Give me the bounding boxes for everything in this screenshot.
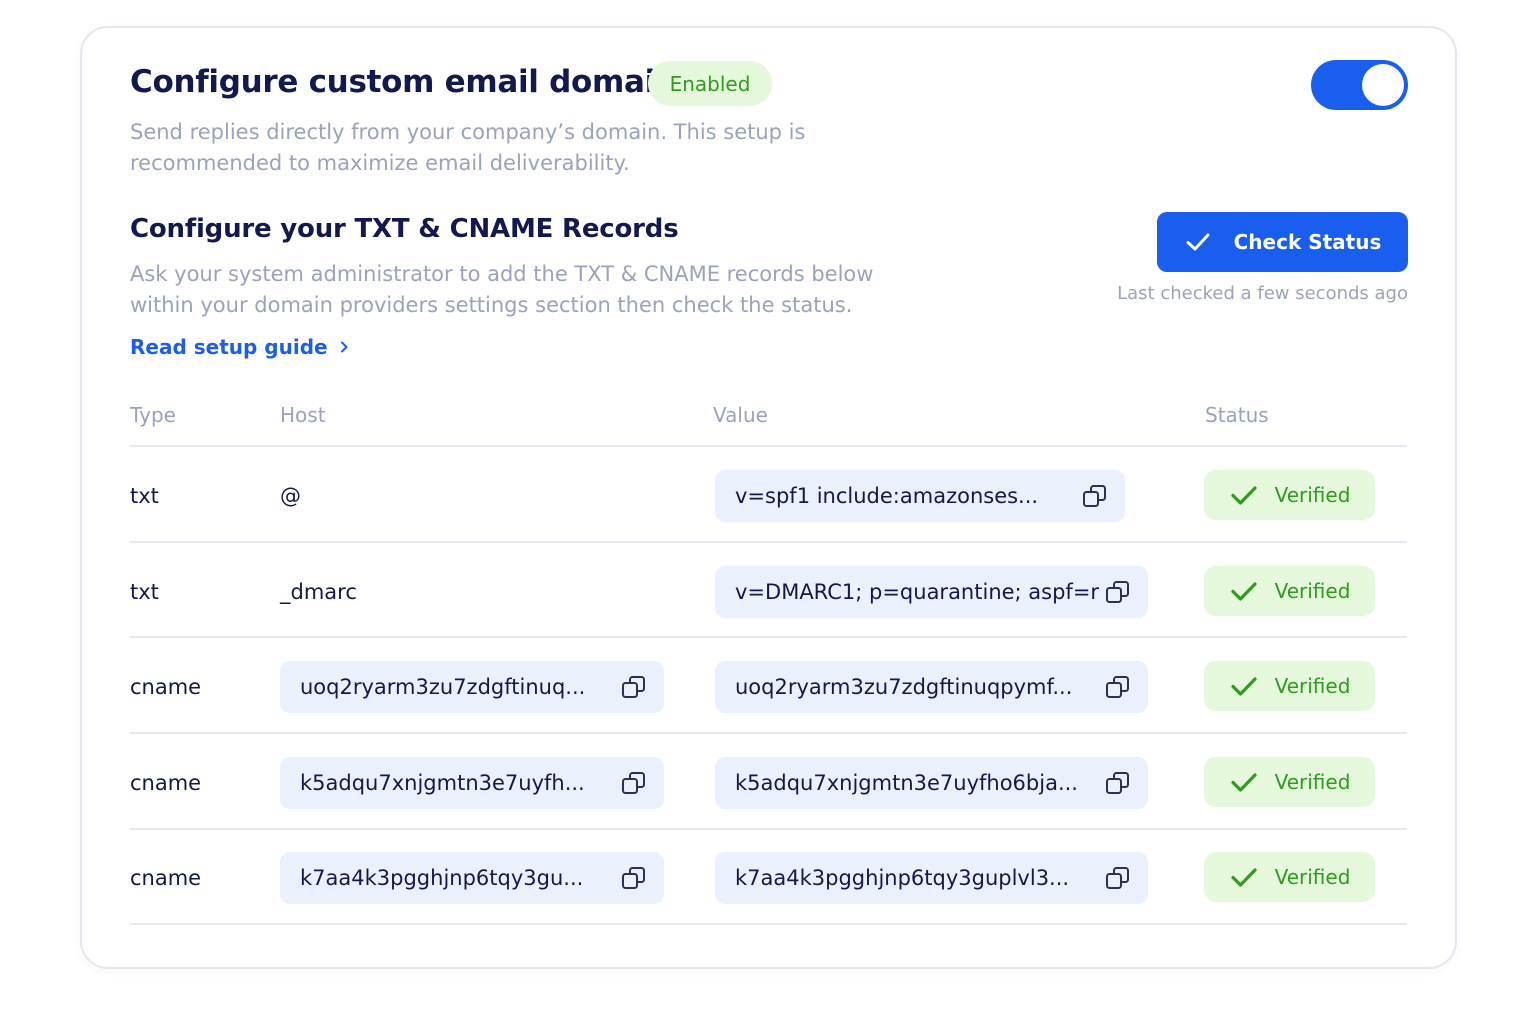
column-header-type: Type bbox=[130, 403, 176, 427]
copy-icon bbox=[1083, 485, 1106, 507]
check-icon bbox=[1230, 868, 1257, 887]
column-header-value: Value bbox=[713, 403, 768, 427]
status-label: Verified bbox=[1274, 579, 1351, 603]
record-type: cname bbox=[130, 866, 202, 890]
copy-icon bbox=[622, 676, 645, 698]
record-value: k5adqu7xnjgmtn3e7uyfho6bja... bbox=[735, 771, 1078, 795]
copy-icon bbox=[1106, 581, 1129, 603]
check-icon bbox=[1230, 773, 1257, 792]
status-badge-verified: Verified bbox=[1204, 852, 1375, 902]
record-value: v=DMARC1; p=quarantine; aspf=r bbox=[735, 580, 1100, 604]
status-badge-verified: Verified bbox=[1204, 757, 1375, 807]
record-type: cname bbox=[130, 675, 202, 699]
records-section-description: Ask your system administrator to add the… bbox=[130, 262, 874, 317]
table-row: txt _dmarc v=DMARC1; p=quarantine; aspf=r V… bbox=[130, 566, 1407, 660]
record-host: k7aa4k3pgghjnp6tqy3gu... bbox=[300, 866, 584, 890]
status-label: Verified bbox=[1274, 674, 1351, 698]
status-badge-verified: Verified bbox=[1204, 566, 1375, 616]
guide-link-label: Read setup guide bbox=[130, 335, 328, 359]
last-checked-text: Last checked a few seconds ago bbox=[1117, 283, 1408, 304]
records-section-title: Configure your TXT & CNAME Records bbox=[130, 214, 679, 244]
check-icon bbox=[1230, 582, 1257, 601]
status-label: Verified bbox=[1274, 483, 1351, 507]
record-host: k5adqu7xnjgmtn3e7uyfh... bbox=[300, 771, 585, 795]
check-status-button[interactable]: Check Status bbox=[1157, 212, 1408, 272]
header-description: Send replies directly from your company’… bbox=[130, 120, 806, 175]
record-type: cname bbox=[130, 771, 202, 795]
check-status-label: Check Status bbox=[1233, 230, 1382, 254]
status-label: Verified bbox=[1274, 865, 1351, 889]
record-host: @ bbox=[280, 484, 301, 508]
host-copy-field[interactable]: uoq2ryarm3zu7zdgftinuq... bbox=[280, 661, 664, 713]
value-copy-field[interactable]: k7aa4k3pgghjnp6tqy3guplvl3... bbox=[715, 852, 1148, 904]
row-divider bbox=[130, 445, 1407, 447]
status-badge-verified: Verified bbox=[1204, 470, 1375, 520]
status-badge-verified: Verified bbox=[1204, 661, 1375, 711]
host-copy-field[interactable]: k7aa4k3pgghjnp6tqy3gu... bbox=[280, 852, 664, 904]
record-type: txt bbox=[130, 580, 159, 604]
custom-domain-toggle[interactable] bbox=[1311, 60, 1408, 110]
status-badge-enabled: Enabled bbox=[648, 61, 772, 106]
value-copy-field[interactable]: v=DMARC1; p=quarantine; aspf=r bbox=[715, 566, 1148, 618]
column-header-status: Status bbox=[1205, 403, 1269, 427]
record-value: k7aa4k3pgghjnp6tqy3guplvl3... bbox=[735, 866, 1070, 890]
copy-icon bbox=[1106, 676, 1129, 698]
check-icon bbox=[1230, 677, 1257, 696]
read-setup-guide-link[interactable]: Read setup guide bbox=[130, 335, 350, 359]
host-copy-field[interactable]: k5adqu7xnjgmtn3e7uyfh... bbox=[280, 757, 664, 809]
copy-icon bbox=[622, 867, 645, 889]
toggle-knob bbox=[1362, 64, 1404, 106]
check-icon bbox=[1230, 486, 1257, 505]
copy-icon bbox=[622, 772, 645, 794]
status-label: Verified bbox=[1274, 770, 1351, 794]
page-title: Configure custom email domain bbox=[130, 64, 677, 100]
copy-icon bbox=[1106, 867, 1129, 889]
copy-icon bbox=[1106, 772, 1129, 794]
chevron-right-icon bbox=[340, 341, 348, 353]
value-copy-field[interactable]: v=spf1 include:amazonses... bbox=[715, 470, 1125, 522]
table-row: cname k7aa4k3pgghjnp6tqy3gu... k7aa4k3pggh… bbox=[130, 852, 1407, 946]
record-value: v=spf1 include:amazonses... bbox=[735, 484, 1039, 508]
record-host: uoq2ryarm3zu7zdgftinuq... bbox=[300, 675, 586, 699]
check-icon bbox=[1186, 233, 1210, 251]
column-header-host: Host bbox=[280, 403, 326, 427]
record-value: uoq2ryarm3zu7zdgftinuqpymf... bbox=[735, 675, 1073, 699]
value-copy-field[interactable]: uoq2ryarm3zu7zdgftinuqpymf... bbox=[715, 661, 1148, 713]
table-row: cname k5adqu7xnjgmtn3e7uyfh... k5adqu7xnjg… bbox=[130, 757, 1407, 851]
table-row: txt @ v=spf1 include:amazonses... Verified bbox=[130, 470, 1407, 564]
record-type: txt bbox=[130, 484, 159, 508]
value-copy-field[interactable]: k5adqu7xnjgmtn3e7uyfho6bja... bbox=[715, 757, 1148, 809]
record-host: _dmarc bbox=[280, 580, 357, 604]
table-row: cname uoq2ryarm3zu7zdgftinuq... uoq2ryarm3… bbox=[130, 661, 1407, 755]
